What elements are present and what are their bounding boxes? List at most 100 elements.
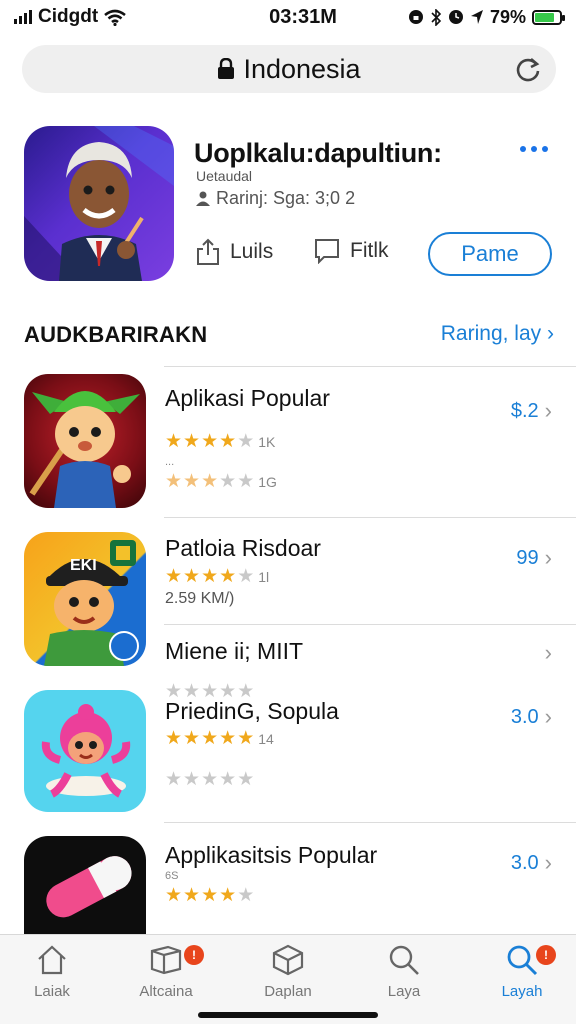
notification-badge: !: [536, 945, 556, 965]
app-price-label-1: $.2: [510, 399, 539, 422]
divider: [164, 366, 576, 367]
lock-icon: [218, 58, 235, 79]
app-artwork-octopus: [41, 704, 131, 798]
share-label: Luils: [230, 240, 274, 263]
home-indicator: [198, 1012, 378, 1018]
comment-icon: [315, 239, 339, 264]
app-price-1[interactable]: $.2 ›: [511, 398, 552, 424]
alarm-icon: [448, 10, 463, 24]
app-rating-secondary-4: ★ ★ ★ ★ ★: [165, 769, 255, 790]
chevron-right-icon: ›: [544, 704, 552, 729]
app-icon-2[interactable]: EKI: [24, 532, 146, 666]
app-rating-4: ★ ★ ★ ★ ★ 14: [165, 728, 274, 749]
featured-app-icon[interactable]: [24, 126, 174, 281]
app-artwork-pill: [46, 856, 132, 918]
chevron-right-icon: ›: [547, 322, 554, 345]
app-artwork-kid: EKI: [44, 540, 139, 666]
carrier-name: Cidgdt: [38, 6, 99, 27]
featured-app-rating: Rarinj: Sga: 3;0 2: [196, 188, 355, 209]
app-mini-5: 6S: [165, 870, 179, 882]
chevron-right-icon: ›: [544, 850, 552, 875]
app-rating-secondary-1: ★ ★ ★ ★ ★ 1G: [165, 471, 277, 492]
reload-icon[interactable]: [514, 55, 542, 83]
tab-bar: Laiak Altcaina ! Daplan Laya Layah !: [0, 934, 576, 1024]
share-icon: [197, 238, 219, 265]
comment-action[interactable]: Fitlk: [314, 238, 389, 264]
address-text: Indonesia: [243, 53, 361, 84]
battery-percent: 79%: [489, 6, 526, 27]
bluetooth-icon: [431, 8, 442, 26]
app-name-1: Aplikasi Popular: [165, 385, 330, 411]
app-mini-1: ...: [165, 456, 175, 468]
section-title: AUDKBARIRAKN: [24, 322, 208, 347]
section-header: AUDKBARIRAKN Raring, lay ›: [24, 322, 554, 354]
app-rating2-count-1: 1G: [258, 473, 277, 490]
app-artwork-character: [24, 126, 174, 281]
location-icon: [470, 10, 483, 24]
app-rating-count-1: 1K: [258, 433, 276, 450]
lock-rotation-icon: [408, 10, 423, 24]
divider: [164, 517, 576, 518]
chevron-right-icon: ›: [544, 640, 552, 665]
featured-app-subtitle: Uetaudal: [196, 168, 253, 184]
comment-label: Fitlk: [350, 239, 389, 262]
featured-app-title: Uoplkalu:dapultiun:: [194, 138, 442, 168]
search-active-icon: [507, 945, 538, 976]
app-rating-count-4: 14: [258, 730, 274, 747]
featured-app: Uoplkalu:dapultiun: Uetaudal Rarinj: Sga…: [22, 124, 556, 284]
tab-home-label: Laiak: [34, 983, 70, 1000]
divider: [164, 822, 576, 823]
cube-icon: [272, 944, 304, 976]
person-icon: [196, 191, 210, 206]
tab-apps-label: Altcaina: [139, 983, 193, 1000]
app-price-2[interactable]: 99 ›: [516, 545, 552, 571]
search-icon: [389, 945, 419, 975]
app-name-2: Patloia Risdoar: [165, 535, 321, 561]
app-icon-5[interactable]: [24, 836, 146, 934]
tab-home[interactable]: Laiak: [2, 943, 102, 1000]
app-name-5: Applikasitsis Popular: [165, 842, 378, 868]
see-all-label: Raring, lay: [440, 322, 542, 345]
divider: [164, 624, 576, 625]
tab-updates[interactable]: Daplan: [238, 943, 338, 1000]
battery-fill: [535, 12, 554, 22]
status-bar: Cidgdt 03:31M 79%: [0, 0, 576, 34]
home-icon: [38, 945, 66, 975]
app-meta-2: 2.59 KM/): [165, 590, 235, 607]
share-action[interactable]: Luils: [196, 238, 273, 266]
address-bar[interactable]: Indonesia: [22, 45, 556, 93]
box-icon: [150, 945, 182, 975]
app-icon-4[interactable]: [24, 690, 146, 812]
app-rating-2: ★ ★ ★ ★ ★ 1l: [165, 566, 270, 587]
see-all-link[interactable]: Raring, lay ›: [441, 322, 554, 346]
signal-icon: [14, 10, 32, 24]
app-price-label-2: 99: [516, 546, 539, 569]
clock: 03:31M: [269, 5, 337, 28]
svg-text:EKI: EKI: [70, 557, 97, 574]
app-rating-count-2: 1l: [258, 568, 270, 585]
chevron-right-icon: ›: [544, 545, 552, 570]
app-name-4: PriedinG, Sopula: [165, 698, 339, 724]
tab-search[interactable]: Laya: [354, 943, 454, 1000]
app-rating-1: ★ ★ ★ ★ ★ 1K: [165, 431, 276, 452]
battery-icon: [532, 9, 565, 25]
tab-search-active-label: Layah: [501, 983, 543, 1000]
app-price-4[interactable]: 3.0 ›: [511, 704, 552, 730]
app-price-5[interactable]: 3.0 ›: [511, 850, 552, 876]
tab-updates-label: Daplan: [264, 983, 312, 1000]
tab-apps[interactable]: Altcaina !: [116, 943, 216, 1000]
app-icon-1[interactable]: [24, 374, 146, 508]
app-artwork-elf: [29, 391, 140, 508]
featured-app-rating-text: Rarinj: Sga: 3;0 2: [216, 188, 356, 208]
app-price-label-5: 3.0: [510, 851, 539, 874]
app-rating-5: ★ ★ ★ ★ ★: [165, 885, 255, 906]
app-price-label-4: 3.0: [510, 705, 539, 728]
more-icon[interactable]: [520, 146, 548, 152]
tab-search-active[interactable]: Layah !: [472, 943, 572, 1000]
notification-badge: !: [184, 945, 204, 965]
chevron-right-icon: ›: [544, 398, 552, 423]
get-button[interactable]: Pame: [428, 232, 552, 276]
app-chevron-3[interactable]: ›: [545, 640, 552, 666]
tab-search-label: Laya: [387, 983, 421, 1000]
wifi-icon: [104, 9, 126, 26]
